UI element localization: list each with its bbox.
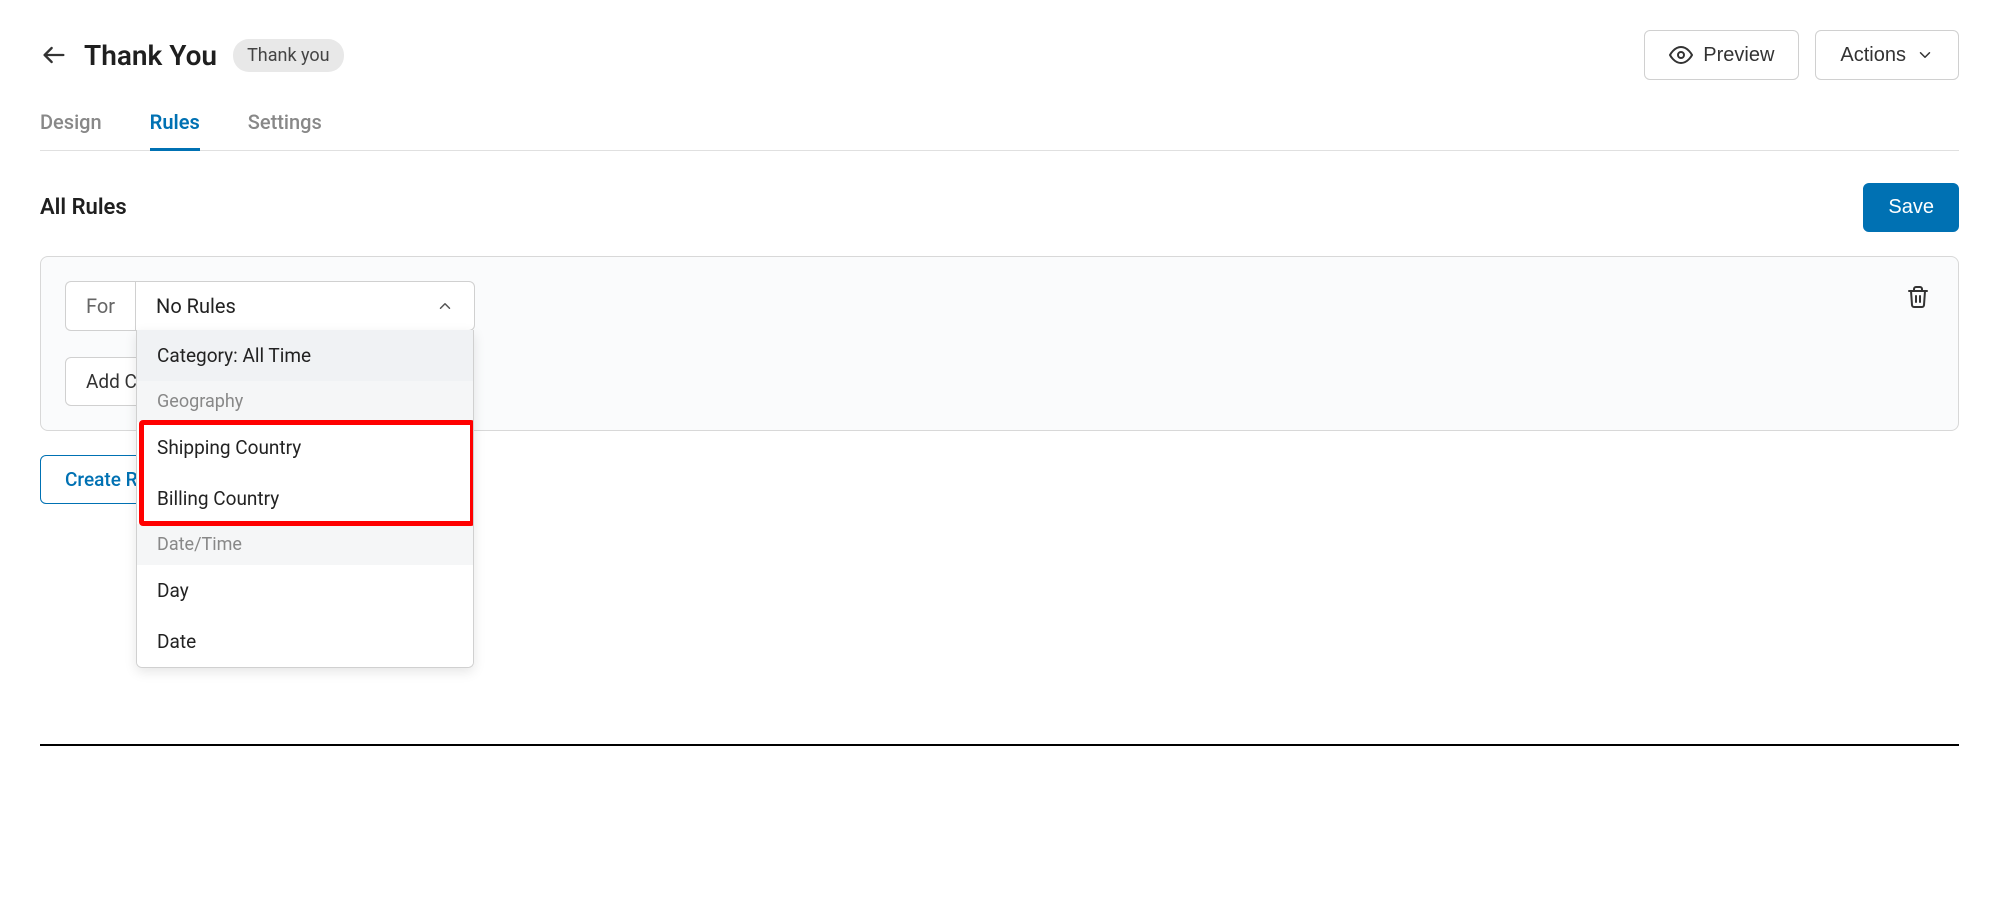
dropdown-item-category-all-time[interactable]: Category: All Time [137, 330, 473, 381]
preview-label: Preview [1703, 44, 1774, 67]
tab-bar: Design Rules Settings [40, 110, 1959, 151]
back-button[interactable] [40, 41, 68, 69]
dropdown-item-date[interactable]: Date [137, 616, 473, 667]
header-left: Thank You Thank you [40, 39, 344, 72]
tab-rules[interactable]: Rules [150, 110, 200, 150]
page-header: Thank You Thank you Preview Actions [40, 30, 1959, 80]
dropdown-group-geography: Geography [137, 381, 473, 422]
select-value: No Rules [156, 294, 236, 318]
chevron-down-icon [1916, 46, 1934, 64]
bottom-divider [40, 744, 1959, 746]
chevron-up-icon [436, 297, 454, 315]
geography-group-items: Shipping Country Billing Country [137, 422, 473, 524]
dropdown-item-billing-country[interactable]: Billing Country [137, 473, 473, 524]
eye-icon [1669, 43, 1693, 67]
arrow-left-icon [40, 41, 68, 69]
delete-rule-button[interactable] [1902, 281, 1934, 317]
section-header: All Rules Save [40, 183, 1959, 232]
preview-button[interactable]: Preview [1644, 30, 1799, 80]
rule-card: For No Rules Category: All Time Geograph… [40, 256, 1959, 431]
page-type-badge: Thank you [233, 39, 344, 72]
rule-type-select[interactable]: No Rules Category: All Time Geography Sh… [135, 281, 475, 331]
section-title: All Rules [40, 195, 127, 220]
for-group: For No Rules Category: All Time Geograph… [65, 281, 475, 331]
tab-settings[interactable]: Settings [248, 110, 322, 150]
dropdown-item-shipping-country[interactable]: Shipping Country [137, 422, 473, 473]
save-button[interactable]: Save [1863, 183, 1959, 232]
trash-icon [1906, 285, 1930, 309]
page-title: Thank You [84, 39, 217, 72]
for-label: For [65, 281, 135, 331]
dropdown-item-day[interactable]: Day [137, 565, 473, 616]
dropdown-group-datetime: Date/Time [137, 524, 473, 565]
rule-top-row: For No Rules Category: All Time Geograph… [65, 281, 1934, 331]
select-display[interactable]: No Rules [136, 282, 474, 330]
tab-design[interactable]: Design [40, 110, 102, 150]
actions-button[interactable]: Actions [1815, 30, 1959, 80]
header-actions: Preview Actions [1644, 30, 1959, 80]
actions-label: Actions [1840, 44, 1906, 67]
dropdown-panel: Category: All Time Geography Shipping Co… [136, 330, 474, 668]
